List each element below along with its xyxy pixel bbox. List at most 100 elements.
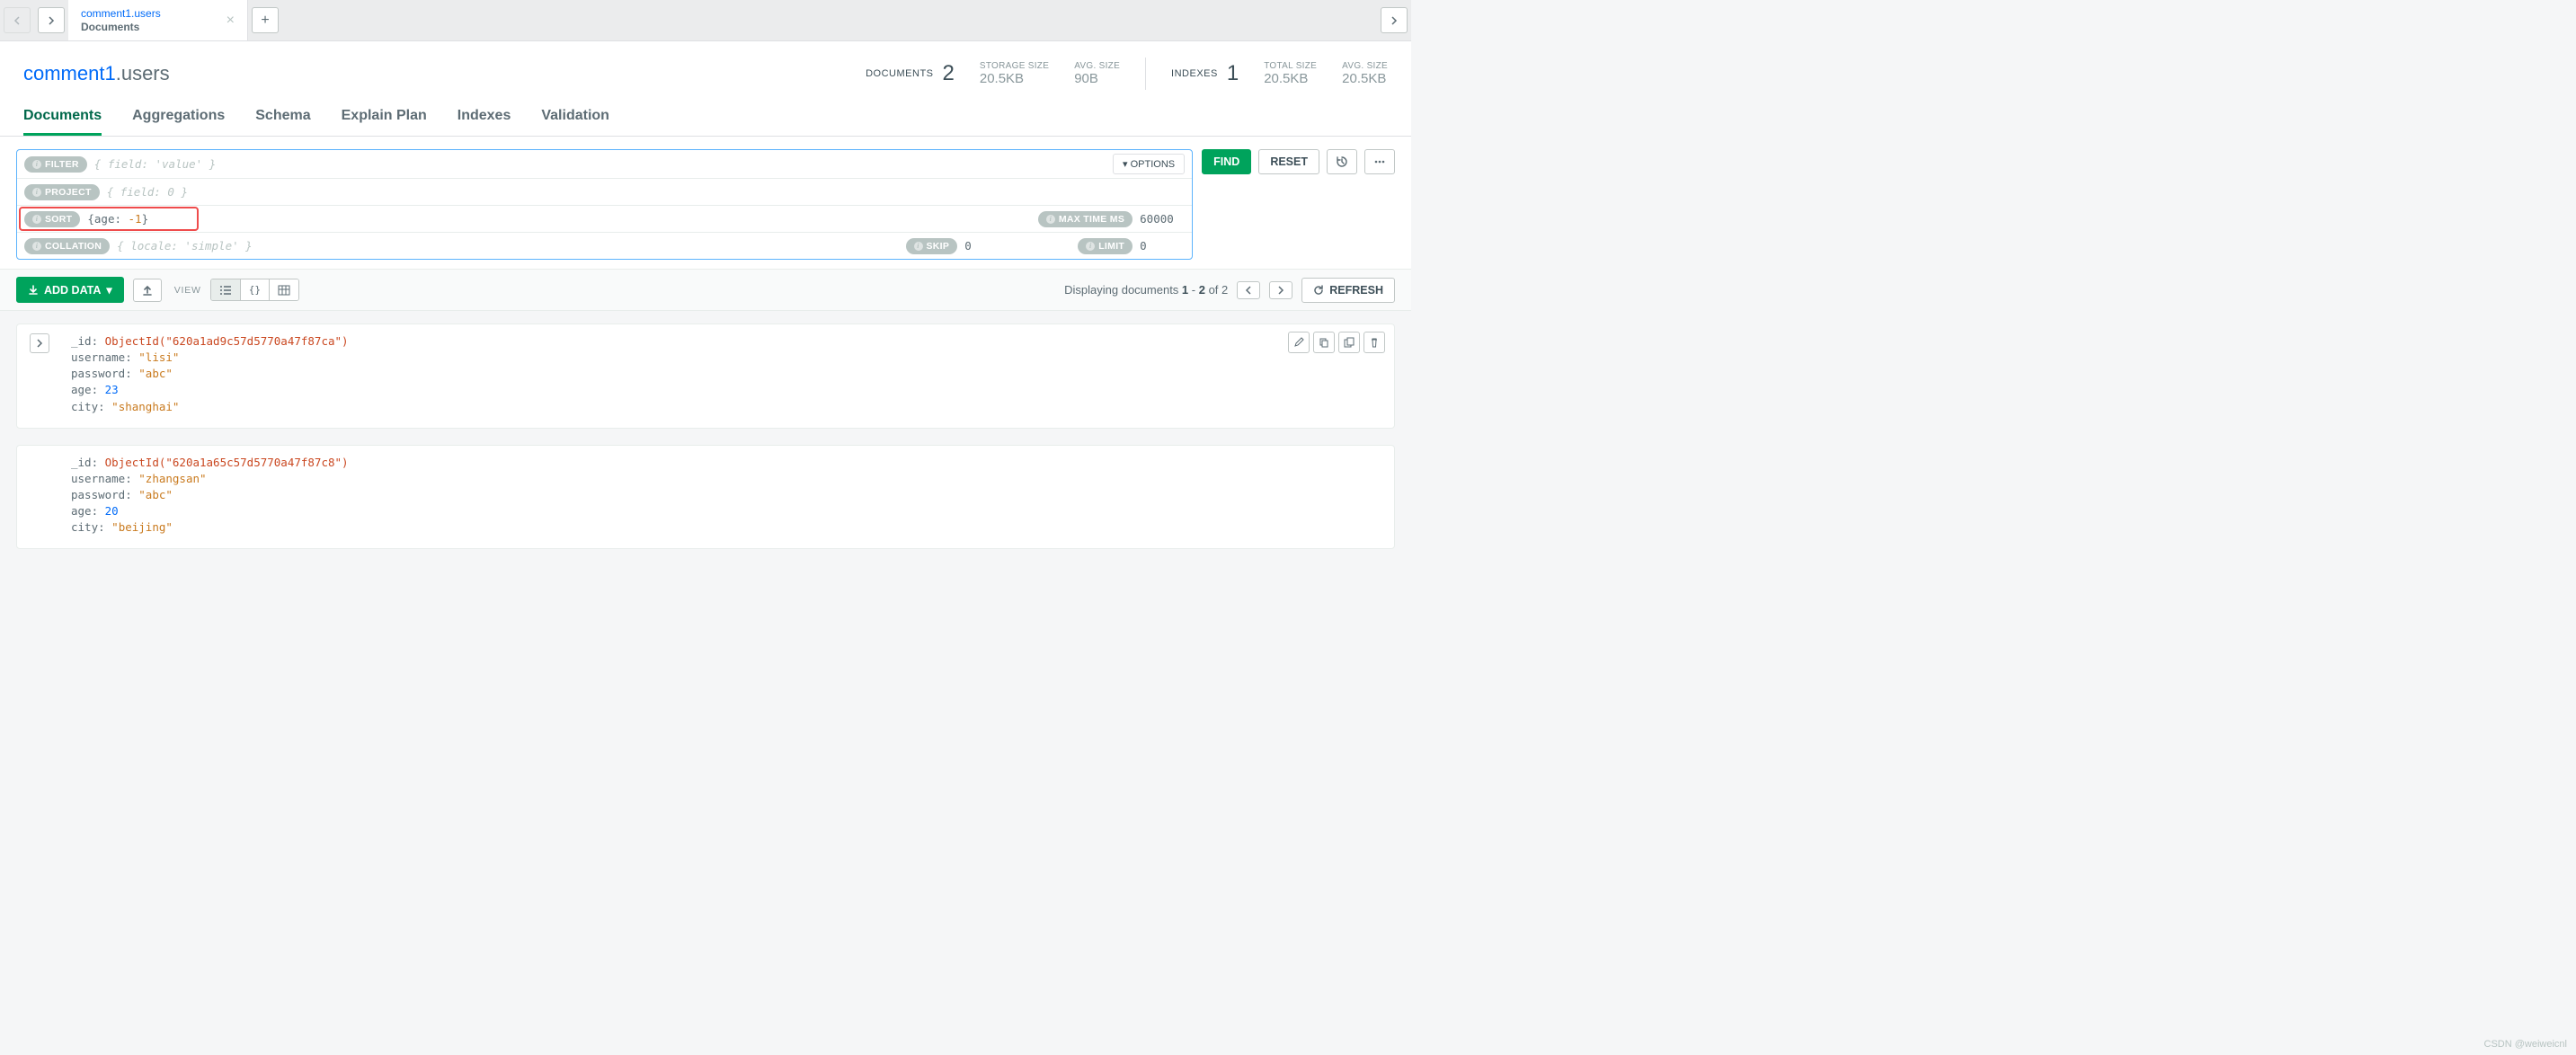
document-list: _id: ObjectId("620a1ad9c57d5770a47f87ca"… [0, 311, 1411, 578]
stat-total-label: TOTAL SIZE [1264, 61, 1317, 71]
tab-subtitle: Documents [81, 21, 211, 33]
filter-row: iFILTER { field: 'value' } ▾ OPTIONS [17, 150, 1192, 178]
info-icon: i [32, 215, 41, 224]
filter-pill: iFILTER [24, 156, 87, 173]
info-icon: i [32, 160, 41, 169]
stat-avg2-label: AVG. SIZE [1342, 61, 1388, 71]
tab-bar: comment1.users Documents × + [0, 0, 1411, 41]
query-bar: iFILTER { field: 'value' } ▾ OPTIONS iPR… [0, 137, 1411, 269]
view-toggle: {} [210, 279, 299, 301]
options-button[interactable]: ▾ OPTIONS [1113, 154, 1185, 174]
tab-history-forward[interactable] [38, 7, 65, 33]
tab-aggregations[interactable]: Aggregations [132, 108, 225, 136]
stat-indexes-value: 1 [1227, 61, 1239, 86]
document-field: _id: ObjectId("620a1a65c57d5770a47f87c8"… [71, 455, 1381, 471]
filter-input[interactable]: { field: 'value' } [94, 157, 1106, 171]
db-name: comment1 [23, 62, 116, 84]
sort-pill: iSORT [24, 211, 80, 227]
document-body: _id: ObjectId("620a1a65c57d5770a47f87c8"… [71, 455, 1381, 536]
maxtime-pill: iMAX TIME MS [1038, 211, 1133, 227]
collection-tabs: Documents Aggregations Schema Explain Pl… [0, 97, 1411, 137]
stat-avg-value: 90B [1074, 71, 1098, 86]
document-card: _id: ObjectId("620a1a65c57d5770a47f87c8"… [16, 445, 1395, 550]
tab-active[interactable]: comment1.users Documents × [68, 0, 248, 40]
maxtime-input[interactable]: 60000 [1140, 212, 1185, 226]
delete-button[interactable] [1364, 332, 1385, 353]
document-field: password: "abc" [71, 487, 1381, 503]
stat-avg-label: AVG. SIZE [1074, 61, 1120, 71]
skip-input[interactable]: 0 [964, 239, 1009, 253]
next-page-button[interactable] [1269, 281, 1292, 299]
tab-explain-plan[interactable]: Explain Plan [342, 108, 427, 136]
collection-stats: DOCUMENTS 2 STORAGE SIZE 20.5KB AVG. SIZ… [866, 58, 1388, 90]
document-field: password: "abc" [71, 366, 1381, 382]
find-button[interactable]: FIND [1202, 149, 1251, 174]
tab-history-back[interactable] [4, 7, 31, 33]
document-field: city: "beijing" [71, 519, 1381, 536]
new-tab-button[interactable]: + [252, 7, 279, 33]
stat-avg2-value: 20.5KB [1342, 71, 1386, 86]
document-body: _id: ObjectId("620a1ad9c57d5770a47f87ca"… [71, 333, 1381, 415]
close-icon[interactable]: × [227, 13, 235, 29]
document-field: city: "shanghai" [71, 399, 1381, 415]
expand-button[interactable] [30, 333, 49, 353]
tab-overflow-button[interactable] [1381, 7, 1408, 33]
export-button[interactable] [133, 279, 162, 302]
tab-title: comment1.users [81, 7, 211, 20]
collection-header: comment1.users DOCUMENTS 2 STORAGE SIZE … [0, 41, 1411, 97]
tab-documents[interactable]: Documents [23, 108, 102, 136]
skip-pill: iSKIP [906, 238, 958, 254]
refresh-icon [1313, 285, 1324, 296]
info-icon: i [914, 242, 923, 251]
more-button[interactable] [1364, 149, 1395, 174]
edit-button[interactable] [1288, 332, 1310, 353]
tab-schema[interactable]: Schema [255, 108, 310, 136]
info-icon: i [1086, 242, 1095, 251]
clone-button[interactable] [1338, 332, 1360, 353]
namespace-title: comment1.users [23, 62, 170, 85]
document-field: username: "zhangsan" [71, 471, 1381, 487]
download-icon [28, 285, 39, 296]
refresh-button[interactable]: REFRESH [1301, 278, 1395, 303]
copy-button[interactable] [1313, 332, 1335, 353]
stat-documents-label: DOCUMENTS [866, 68, 933, 79]
sort-input[interactable]: {age: -1} [87, 212, 1030, 226]
tab-validation[interactable]: Validation [541, 108, 609, 136]
document-field: username: "lisi" [71, 350, 1381, 366]
divider [1145, 58, 1146, 90]
watermark: CSDN @weiweicnl [2484, 1039, 2567, 1050]
caret-down-icon: ▾ [106, 283, 111, 297]
stat-storage-label: STORAGE SIZE [980, 61, 1049, 71]
stat-indexes-label: INDEXES [1171, 68, 1218, 79]
view-table-button[interactable] [270, 279, 298, 300]
add-data-button[interactable]: ADD DATA ▾ [16, 277, 124, 303]
document-card: _id: ObjectId("620a1ad9c57d5770a47f87ca"… [16, 324, 1395, 429]
project-input[interactable]: { field: 0 } [107, 185, 1185, 199]
project-row: iPROJECT { field: 0 } [17, 178, 1192, 205]
stat-documents-value: 2 [943, 61, 955, 86]
collation-input[interactable]: { locale: 'simple' } [117, 239, 898, 253]
document-field: _id: ObjectId("620a1ad9c57d5770a47f87ca"… [71, 333, 1381, 350]
displaying-text: Displaying documents 1 - 2 of 2 [1064, 283, 1228, 297]
tab-indexes[interactable]: Indexes [457, 108, 511, 136]
document-field: age: 23 [71, 382, 1381, 398]
prev-page-button[interactable] [1237, 281, 1260, 299]
collation-row: iCOLLATION { locale: 'simple' } iSKIP 0 … [17, 232, 1192, 259]
limit-input[interactable]: 0 [1140, 239, 1185, 253]
query-actions: FIND RESET [1202, 149, 1395, 174]
info-icon: i [32, 242, 41, 251]
view-list-button[interactable] [211, 279, 241, 300]
reset-button[interactable]: RESET [1258, 149, 1319, 174]
collation-pill: iCOLLATION [24, 238, 110, 254]
document-actions [1288, 332, 1385, 353]
limit-pill: iLIMIT [1078, 238, 1133, 254]
sort-row: iSORT {age: -1} iMAX TIME MS 60000 [17, 205, 1192, 232]
document-field: age: 20 [71, 503, 1381, 519]
main-content: comment1.users DOCUMENTS 2 STORAGE SIZE … [0, 41, 1411, 578]
stat-storage-value: 20.5KB [980, 71, 1024, 86]
view-json-button[interactable]: {} [241, 279, 270, 300]
history-button[interactable] [1327, 149, 1357, 174]
project-pill: iPROJECT [24, 184, 100, 200]
info-icon: i [32, 188, 41, 197]
collection-name: .users [116, 62, 170, 84]
